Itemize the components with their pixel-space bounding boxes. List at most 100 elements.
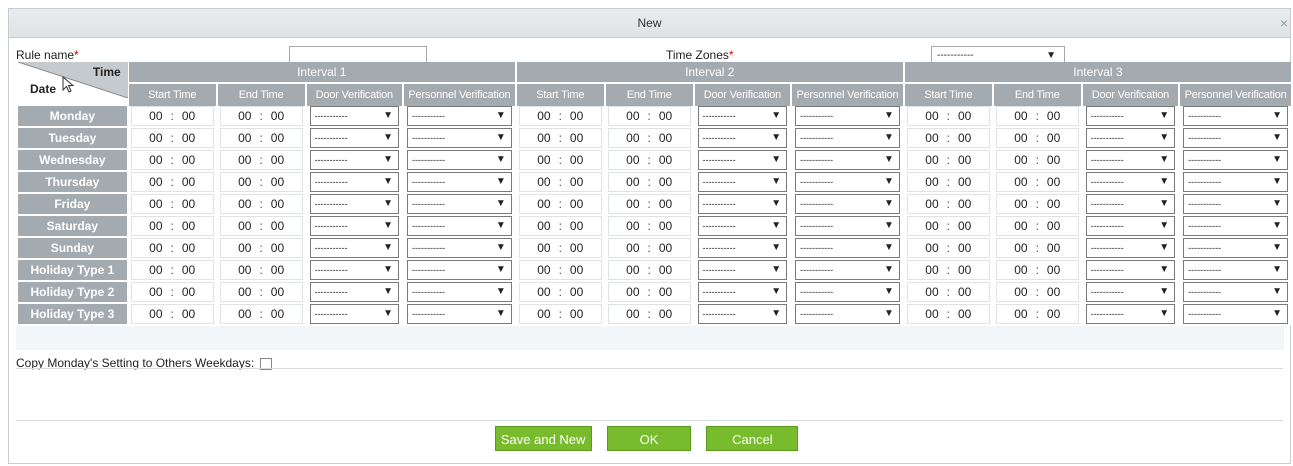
hour-value[interactable]: 00 (238, 131, 251, 145)
cancel-button[interactable]: Cancel (706, 426, 799, 451)
minute-value[interactable]: 00 (1047, 197, 1060, 211)
start-time-input[interactable]: 00:00 (130, 172, 214, 192)
personnel-verification-select[interactable]: ----------- ▼ (795, 282, 900, 302)
minute-value[interactable]: 00 (182, 285, 195, 299)
door-verification-select[interactable]: ----------- ▼ (697, 238, 788, 258)
hour-value[interactable]: 00 (238, 219, 251, 233)
hour-value[interactable]: 00 (626, 197, 639, 211)
start-time-input[interactable]: 00:00 (906, 238, 990, 258)
hour-value[interactable]: 00 (925, 285, 938, 299)
minute-value[interactable]: 00 (570, 285, 583, 299)
minute-value[interactable]: 00 (958, 263, 971, 277)
minute-value[interactable]: 00 (659, 131, 672, 145)
personnel-verification-select[interactable]: ----------- ▼ (407, 106, 512, 126)
personnel-verification-select[interactable]: ----------- ▼ (1183, 238, 1288, 258)
door-verification-select[interactable]: ----------- ▼ (697, 260, 788, 280)
minute-value[interactable]: 00 (271, 131, 284, 145)
start-time-input[interactable]: 00:00 (130, 238, 214, 258)
start-time-input[interactable]: 00:00 (518, 194, 602, 214)
door-verification-select[interactable]: ----------- ▼ (697, 304, 788, 324)
personnel-verification-select[interactable]: ----------- ▼ (795, 260, 900, 280)
hour-value[interactable]: 00 (626, 131, 639, 145)
hour-value[interactable]: 00 (626, 109, 639, 123)
minute-value[interactable]: 00 (659, 285, 672, 299)
personnel-verification-select[interactable]: ----------- ▼ (1183, 260, 1288, 280)
personnel-verification-select[interactable]: ----------- ▼ (1183, 106, 1288, 126)
minute-value[interactable]: 00 (182, 197, 195, 211)
hour-value[interactable]: 00 (925, 109, 938, 123)
minute-value[interactable]: 00 (1047, 241, 1060, 255)
start-time-input[interactable]: 00:00 (906, 304, 990, 324)
minute-value[interactable]: 00 (271, 263, 284, 277)
personnel-verification-select[interactable]: ----------- ▼ (1183, 216, 1288, 236)
minute-value[interactable]: 00 (958, 285, 971, 299)
minute-value[interactable]: 00 (271, 153, 284, 167)
personnel-verification-select[interactable]: ----------- ▼ (795, 216, 900, 236)
personnel-verification-select[interactable]: ----------- ▼ (795, 106, 900, 126)
end-time-input[interactable]: 00:00 (219, 282, 303, 302)
hour-value[interactable]: 00 (149, 153, 162, 167)
start-time-input[interactable]: 00:00 (130, 304, 214, 324)
start-time-input[interactable]: 00:00 (518, 238, 602, 258)
door-verification-select[interactable]: ----------- ▼ (309, 106, 400, 126)
start-time-input[interactable]: 00:00 (130, 216, 214, 236)
minute-value[interactable]: 00 (271, 175, 284, 189)
start-time-input[interactable]: 00:00 (130, 194, 214, 214)
minute-value[interactable]: 00 (570, 263, 583, 277)
end-time-input[interactable]: 00:00 (219, 172, 303, 192)
door-verification-select[interactable]: ----------- ▼ (697, 150, 788, 170)
minute-value[interactable]: 00 (271, 197, 284, 211)
hour-value[interactable]: 00 (1014, 285, 1027, 299)
minute-value[interactable]: 00 (958, 175, 971, 189)
end-time-input[interactable]: 00:00 (995, 282, 1079, 302)
minute-value[interactable]: 00 (570, 131, 583, 145)
minute-value[interactable]: 00 (182, 307, 195, 321)
start-time-input[interactable]: 00:00 (518, 128, 602, 148)
hour-value[interactable]: 00 (238, 197, 251, 211)
minute-value[interactable]: 00 (182, 131, 195, 145)
minute-value[interactable]: 00 (659, 175, 672, 189)
hour-value[interactable]: 00 (149, 219, 162, 233)
door-verification-select[interactable]: ----------- ▼ (697, 282, 788, 302)
minute-value[interactable]: 00 (570, 153, 583, 167)
door-verification-select[interactable]: ----------- ▼ (309, 172, 400, 192)
hour-value[interactable]: 00 (537, 263, 550, 277)
hour-value[interactable]: 00 (925, 241, 938, 255)
door-verification-select[interactable]: ----------- ▼ (309, 260, 400, 280)
hour-value[interactable]: 00 (1014, 263, 1027, 277)
minute-value[interactable]: 00 (958, 307, 971, 321)
end-time-input[interactable]: 00:00 (607, 194, 691, 214)
start-time-input[interactable]: 00:00 (906, 282, 990, 302)
door-verification-select[interactable]: ----------- ▼ (1085, 282, 1176, 302)
hour-value[interactable]: 00 (626, 263, 639, 277)
minute-value[interactable]: 00 (659, 109, 672, 123)
minute-value[interactable]: 00 (1047, 285, 1060, 299)
end-time-input[interactable]: 00:00 (995, 260, 1079, 280)
door-verification-select[interactable]: ----------- ▼ (309, 194, 400, 214)
minute-value[interactable]: 00 (958, 131, 971, 145)
hour-value[interactable]: 00 (238, 241, 251, 255)
hour-value[interactable]: 00 (537, 241, 550, 255)
hour-value[interactable]: 00 (925, 263, 938, 277)
personnel-verification-select[interactable]: ----------- ▼ (407, 128, 512, 148)
close-icon[interactable]: × (1280, 9, 1288, 37)
personnel-verification-select[interactable]: ----------- ▼ (407, 194, 512, 214)
start-time-input[interactable]: 00:00 (130, 150, 214, 170)
hour-value[interactable]: 00 (626, 219, 639, 233)
start-time-input[interactable]: 00:00 (518, 172, 602, 192)
personnel-verification-select[interactable]: ----------- ▼ (795, 194, 900, 214)
door-verification-select[interactable]: ----------- ▼ (1085, 172, 1176, 192)
door-verification-select[interactable]: ----------- ▼ (1085, 260, 1176, 280)
door-verification-select[interactable]: ----------- ▼ (697, 194, 788, 214)
door-verification-select[interactable]: ----------- ▼ (697, 106, 788, 126)
hour-value[interactable]: 00 (626, 175, 639, 189)
door-verification-select[interactable]: ----------- ▼ (1085, 304, 1176, 324)
end-time-input[interactable]: 00:00 (607, 238, 691, 258)
minute-value[interactable]: 00 (1047, 219, 1060, 233)
hour-value[interactable]: 00 (1014, 175, 1027, 189)
start-time-input[interactable]: 00:00 (906, 216, 990, 236)
minute-value[interactable]: 00 (271, 241, 284, 255)
end-time-input[interactable]: 00:00 (219, 260, 303, 280)
hour-value[interactable]: 00 (149, 109, 162, 123)
end-time-input[interactable]: 00:00 (219, 304, 303, 324)
